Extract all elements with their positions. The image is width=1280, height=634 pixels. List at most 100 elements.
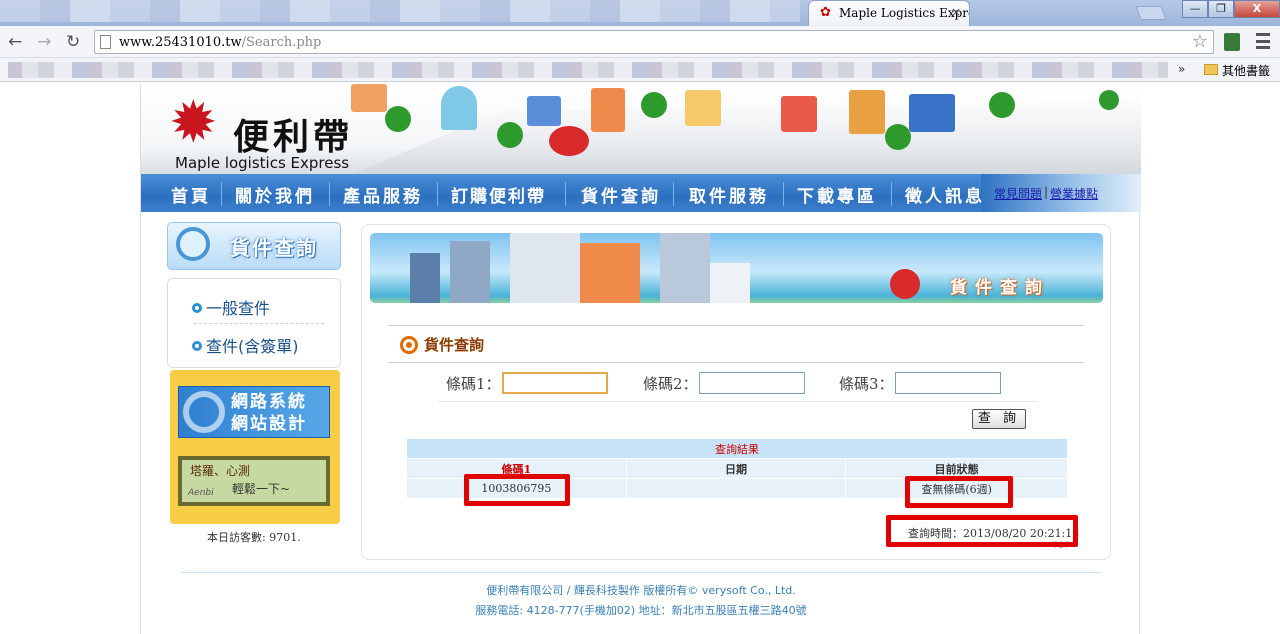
building-illustration bbox=[685, 90, 721, 126]
building-illustration bbox=[591, 88, 625, 132]
ad-panel: 網路系統 網站設計 塔羅、心測 輕鬆一下~ Aenbi bbox=[170, 370, 340, 524]
section-header: 貨件查詢 bbox=[388, 325, 1084, 363]
minimize-button[interactable]: — bbox=[1182, 0, 1208, 18]
content-panel: 貨件查詢 貨件查詢 條碼1： 條碼2： 條碼3： 查 詢 查詢結果 條碼1 日期… bbox=[361, 224, 1111, 560]
forward-arrow-icon[interactable]: → bbox=[37, 32, 51, 52]
maximize-button[interactable]: ❐ bbox=[1208, 0, 1234, 18]
bookmarks-bar: » 其他書籤 bbox=[0, 58, 1280, 82]
new-tab-button[interactable] bbox=[1135, 6, 1167, 20]
building-illustration bbox=[527, 96, 561, 126]
tree-illustration bbox=[1099, 90, 1119, 110]
skyline-building bbox=[580, 243, 640, 303]
magnifier-icon bbox=[176, 227, 210, 261]
active-tab[interactable]: ✿ Maple Logistics Expre × bbox=[808, 0, 970, 26]
highlight-box-query-time bbox=[886, 515, 1078, 547]
blurred-bookmarks bbox=[8, 62, 1168, 78]
barcode1-input[interactable] bbox=[502, 372, 608, 394]
bookmarks-more-button[interactable]: » bbox=[1178, 62, 1185, 76]
faq-link[interactable]: 常見問題 bbox=[994, 185, 1042, 202]
skyline-building bbox=[710, 263, 750, 303]
cell-date bbox=[625, 478, 847, 499]
tarot-ad[interactable]: 塔羅、心測 輕鬆一下~ Aenbi bbox=[178, 456, 330, 506]
ad2-brand: Aenbi bbox=[188, 488, 214, 498]
nav-products[interactable]: 產品服務 bbox=[343, 182, 423, 207]
tree-illustration bbox=[497, 122, 523, 148]
sidebar-item-label: 一般查件 bbox=[206, 299, 271, 318]
browser-titlebar: ✿ Maple Logistics Expre × — ❐ X bbox=[0, 0, 1280, 26]
target-icon bbox=[400, 336, 418, 354]
logo-chinese: 便利帶 bbox=[233, 117, 354, 158]
other-bookmarks[interactable]: 其他書籤 bbox=[1222, 62, 1270, 79]
locations-link[interactable]: 營業據點 bbox=[1050, 185, 1098, 202]
main-nav: 首頁 關於我們 產品服務 訂購便利帶 貨件查詢 取件服務 下載專區 徵人訊息 常… bbox=[141, 174, 1141, 212]
logo-english: Maple logistics Express bbox=[175, 154, 350, 172]
tree-illustration bbox=[885, 124, 911, 150]
bookmark-star-icon[interactable]: ☆ bbox=[1192, 31, 1208, 52]
blurred-tabs bbox=[0, 0, 800, 22]
footer-divider bbox=[181, 572, 1101, 573]
page-icon bbox=[100, 35, 111, 49]
ring-graphic bbox=[183, 391, 225, 433]
tree-illustration bbox=[385, 106, 411, 132]
reload-icon[interactable]: ↻ bbox=[66, 32, 80, 52]
nav-separator bbox=[221, 182, 222, 206]
section-title: 貨件查詢 bbox=[424, 336, 485, 354]
nav-pickup[interactable]: 取件服務 bbox=[689, 182, 769, 207]
building-illustration bbox=[351, 84, 387, 112]
barcode2-label: 條碼2： bbox=[643, 375, 698, 393]
barcode2-input[interactable] bbox=[699, 372, 805, 394]
tab-close-icon[interactable]: × bbox=[951, 5, 961, 19]
menu-divider bbox=[194, 323, 324, 324]
barcode3-input[interactable] bbox=[895, 372, 1001, 394]
sidebar-item-label: 查件(含簽單) bbox=[206, 337, 299, 356]
sidebar-title-banner: 貨件查詢 bbox=[167, 222, 341, 270]
visitor-count: 本日訪客數: 9701. bbox=[207, 531, 301, 544]
ad1-line1: 網路系統 bbox=[231, 392, 307, 412]
nav-separator bbox=[673, 182, 674, 206]
highlight-box-barcode bbox=[464, 474, 570, 506]
nav-tracking[interactable]: 貨件查詢 bbox=[581, 182, 661, 207]
query-button[interactable]: 查 詢 bbox=[972, 409, 1026, 429]
bullet-icon bbox=[192, 303, 202, 313]
ad2-line1: 塔羅、心測 bbox=[190, 464, 251, 478]
results-caption: 查詢結果 bbox=[406, 438, 1068, 459]
footer-contact: 服務電話: 4128-777(手機加02) 地址：新北市五股區五權三路40號 bbox=[475, 604, 807, 617]
building-illustration bbox=[909, 94, 955, 132]
nav-separator bbox=[783, 182, 784, 206]
nav-link-separator: | bbox=[1044, 185, 1049, 199]
skyline-building bbox=[410, 253, 440, 303]
nav-separator bbox=[891, 182, 892, 206]
form-divider bbox=[438, 401, 1038, 402]
hero-banner: 貨件查詢 bbox=[370, 233, 1103, 303]
nav-download[interactable]: 下載專區 bbox=[797, 182, 877, 207]
sidebar-item-tracking-signed[interactable]: 查件(含簽單) bbox=[192, 333, 299, 357]
address-bar[interactable]: www.25431010.tw/Search.php ☆ bbox=[94, 30, 1214, 54]
nav-separator bbox=[329, 182, 330, 206]
url-text[interactable]: www.25431010.tw/Search.php bbox=[119, 35, 321, 50]
col-header-date: 日期 bbox=[625, 458, 847, 479]
footer-copyright: 便利帶有限公司 / 輝長科技製作 版權所有© verysoft Co., Ltd… bbox=[486, 584, 796, 597]
skyline-building bbox=[510, 233, 580, 303]
nav-separator bbox=[565, 182, 566, 206]
nav-about[interactable]: 關於我們 bbox=[235, 182, 315, 207]
barcode3-label: 條碼3： bbox=[839, 375, 894, 393]
nav-order[interactable]: 訂購便利帶 bbox=[451, 182, 546, 207]
site-page: ✹ 便利帶 Maple logistics Express 首頁 關於我們 產品… bbox=[140, 84, 1141, 634]
menu-icon[interactable] bbox=[1256, 33, 1270, 49]
building-illustration bbox=[441, 86, 477, 130]
building-illustration bbox=[781, 96, 817, 132]
maple-leaf-icon: ✿ bbox=[820, 5, 831, 20]
highlight-box-status bbox=[905, 476, 1013, 508]
bullet-icon bbox=[192, 341, 202, 351]
nav-separator bbox=[437, 182, 438, 206]
tree-illustration bbox=[641, 92, 667, 118]
extension-icon[interactable] bbox=[1224, 33, 1240, 51]
close-window-button[interactable]: X bbox=[1234, 0, 1280, 18]
sidebar-menu: 一般查件 查件(含簽單) bbox=[167, 278, 341, 368]
scooter-courier-illustration bbox=[890, 269, 920, 299]
nav-home[interactable]: 首頁 bbox=[171, 182, 211, 207]
sidebar-item-general-tracking[interactable]: 一般查件 bbox=[192, 295, 270, 319]
nav-careers[interactable]: 徵人訊息 bbox=[905, 182, 985, 207]
back-arrow-icon[interactable]: ← bbox=[8, 32, 22, 52]
web-design-ad[interactable]: 網路系統 網站設計 bbox=[178, 386, 330, 438]
